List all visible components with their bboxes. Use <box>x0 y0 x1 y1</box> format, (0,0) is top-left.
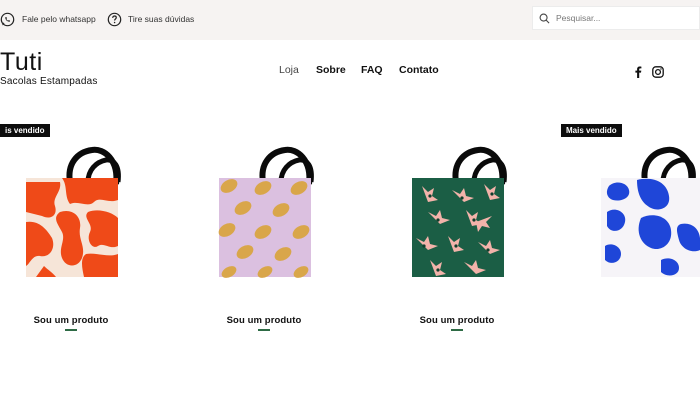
bestseller-badge: is vendido <box>0 124 50 137</box>
question-icon <box>107 12 122 26</box>
product-card[interactable]: Sou um produto <box>386 118 556 338</box>
product-image[interactable] <box>597 142 700 282</box>
product-card[interactable]: is vendido Sou um produto <box>0 118 170 338</box>
whatsapp-link[interactable]: Fale pelo whatsapp <box>0 9 96 29</box>
search-box[interactable] <box>532 6 700 30</box>
product-image[interactable] <box>215 142 335 282</box>
product-underline <box>451 329 463 331</box>
product-underline <box>258 329 270 331</box>
main-nav: Loja Sobre FAQ Contato <box>0 64 700 78</box>
product-underline <box>65 329 77 331</box>
help-link[interactable]: Tire suas dúvidas <box>107 9 194 29</box>
nav-loja[interactable]: Loja <box>279 64 299 76</box>
bestseller-badge: Mais vendido <box>561 124 622 137</box>
top-utility-bar: Fale pelo whatsapp Tire suas dúvidas <box>0 0 700 40</box>
search-input[interactable] <box>556 13 686 23</box>
whatsapp-label: Fale pelo whatsapp <box>22 14 96 24</box>
product-name[interactable]: Sou um produto <box>0 315 156 326</box>
nav-contato[interactable]: Contato <box>399 64 439 76</box>
nav-sobre[interactable]: Sobre <box>316 64 346 76</box>
whatsapp-icon <box>0 12 15 26</box>
product-image[interactable] <box>22 142 142 282</box>
facebook-icon[interactable] <box>633 65 643 83</box>
nav-faq[interactable]: FAQ <box>361 64 383 76</box>
help-label: Tire suas dúvidas <box>128 14 195 24</box>
product-name[interactable]: Sou um produto <box>372 315 542 326</box>
product-name[interactable]: Sou um produto <box>179 315 349 326</box>
product-card[interactable]: Sou um produto <box>193 118 363 338</box>
social-links <box>633 65 673 83</box>
search-icon <box>539 13 550 23</box>
product-card[interactable]: Mais vendido <box>561 118 700 338</box>
product-image[interactable] <box>408 142 528 282</box>
instagram-icon[interactable] <box>652 65 664 83</box>
